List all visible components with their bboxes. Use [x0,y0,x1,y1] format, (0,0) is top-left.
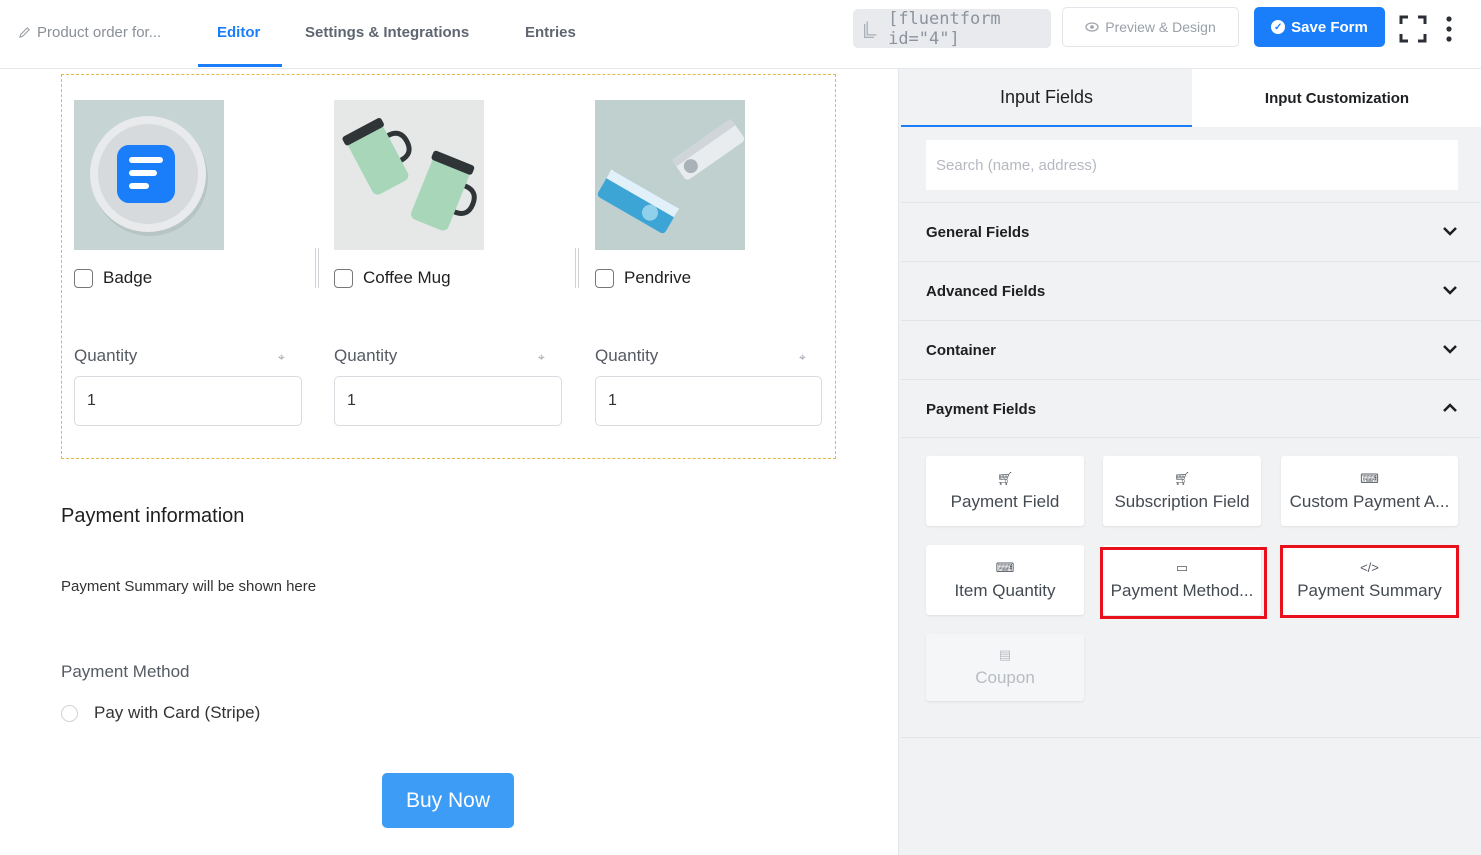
coffee-mug-quantity-label: Quantity [334,346,398,365]
section-label: Payment Fields [926,400,1037,418]
pendrive-label: Pendrive [624,268,692,287]
more-options-icon[interactable] [1444,16,1454,42]
badge-checkbox[interactable] [74,268,93,288]
preview-design-label: Preview & Design [1105,19,1216,35]
product-item-coffee-mug: Coffee Mug Quantity ⌖ 1 [334,100,564,426]
fields-sidebar: Input Fields Input Customization General… [898,69,1481,855]
coupon-field-button[interactable]: ▤ Coupon [926,634,1084,701]
shortcode-text: [fluentform id="4"] [888,8,1001,49]
section-label: General Fields [926,223,1030,241]
pendrive-quantity-label: Quantity [595,346,659,365]
form-title[interactable]: Product order for... [18,24,161,41]
pendrive-checkbox[interactable] [595,268,614,288]
payment-information-heading[interactable]: Payment information [61,505,244,528]
active-tab-indicator [198,64,282,67]
form-editor-canvas: Badge Quantity ⌖ 1 Coffee Mug Quantity ⌖… [0,69,898,855]
fullscreen-icon[interactable] [1399,15,1427,43]
payment-fields-panel: 🛒︎ Payment Field 🛒︎ Subscription Field ⌨… [901,437,1481,738]
pencil-icon [18,27,30,39]
section-payment-fields[interactable]: Payment Fields [901,379,1481,438]
pendrive-product-image [595,100,745,250]
chevron-down-icon [1443,286,1457,295]
field-label: Subscription Field [1114,491,1250,511]
highlight-box-payment-method [1100,547,1267,619]
tab-input-fields[interactable]: Input Fields [901,69,1192,127]
eye-icon [1085,22,1099,32]
section-general-fields[interactable]: General Fields [901,202,1481,261]
field-label: Item Quantity [954,580,1056,600]
check-circle-icon: ✓ [1271,20,1286,34]
payment-field-button[interactable]: 🛒︎ Payment Field [926,456,1084,526]
field-label: Custom Payment A... [1289,491,1450,511]
keyboard-icon: ⌨ [1360,470,1379,486]
coffee-mug-quantity-input[interactable]: 1 [334,376,562,426]
save-form-label: Save Form [1291,18,1368,36]
coffee-mug-product-image [334,100,484,250]
quantity-settings-icon[interactable]: ⌖ [799,350,813,364]
pendrive-quantity-input[interactable]: 1 [595,376,822,426]
top-bar: Product order for... Editor Settings & I… [0,0,1481,69]
tab-editor[interactable]: Editor [217,24,260,41]
coffee-mug-label: Coffee Mug [363,268,451,287]
column-resize-handle[interactable] [315,248,319,288]
chevron-up-icon [1443,403,1457,412]
cart-icon: 🛒︎ [1173,470,1191,486]
tab-entries[interactable]: Entries [525,24,576,41]
product-item-pendrive: Pendrive Quantity ⌖ 1 [595,100,825,426]
buy-now-button[interactable]: Buy Now [382,773,514,828]
tab-input-customization[interactable]: Input Customization [1192,69,1481,127]
subscription-field-button[interactable]: 🛒︎ Subscription Field [1103,456,1261,526]
form-title-text: Product order for... [37,24,162,41]
coupon-icon: ▤ [998,647,1012,662]
custom-payment-amount-button[interactable]: ⌨ Custom Payment A... [1281,456,1458,526]
badge-label: Badge [103,268,153,287]
stripe-option-label: Pay with Card (Stripe) [94,703,261,722]
keyboard-icon: ⌨ [995,559,1015,575]
badge-quantity-label: Quantity [74,346,138,365]
preview-design-button[interactable]: Preview & Design [1062,7,1239,47]
item-quantity-button[interactable]: ⌨ Item Quantity [926,545,1084,615]
section-container[interactable]: Container [901,320,1481,379]
payment-method-label: Payment Method [61,662,190,681]
section-label: Container [926,341,997,359]
field-label: Payment Field [950,491,1060,511]
coffee-mug-checkbox[interactable] [334,268,353,288]
product-checkbox-field[interactable]: Badge Quantity ⌖ 1 Coffee Mug Quantity ⌖… [61,74,836,459]
cart-icon: 🛒︎ [996,470,1014,486]
section-advanced-fields[interactable]: Advanced Fields [901,261,1481,320]
shortcode-copy-box[interactable]: [fluentform id="4"] [853,8,1051,49]
payment-summary-placeholder[interactable]: Payment Summary will be shown here [61,578,316,595]
highlight-box-payment-summary [1280,545,1459,618]
column-resize-handle[interactable] [575,248,579,288]
chevron-down-icon [1443,345,1457,354]
badge-quantity-input[interactable]: 1 [74,376,302,426]
badge-product-image [74,100,224,250]
save-form-button[interactable]: ✓ Save Form [1254,7,1385,47]
chevron-down-icon [1443,227,1457,236]
field-label: Coupon [975,668,1035,687]
quantity-settings-icon[interactable]: ⌖ [538,350,552,364]
copy-icon [864,20,877,38]
quantity-settings-icon[interactable]: ⌖ [278,350,292,364]
product-item-badge: Badge Quantity ⌖ 1 [74,100,304,426]
payment-method-option[interactable]: Pay with Card (Stripe) [61,703,260,723]
field-search-input[interactable] [926,140,1458,190]
stripe-radio[interactable] [61,704,78,722]
tab-settings-integrations[interactable]: Settings & Integrations [305,24,469,41]
section-label: Advanced Fields [926,282,1046,300]
